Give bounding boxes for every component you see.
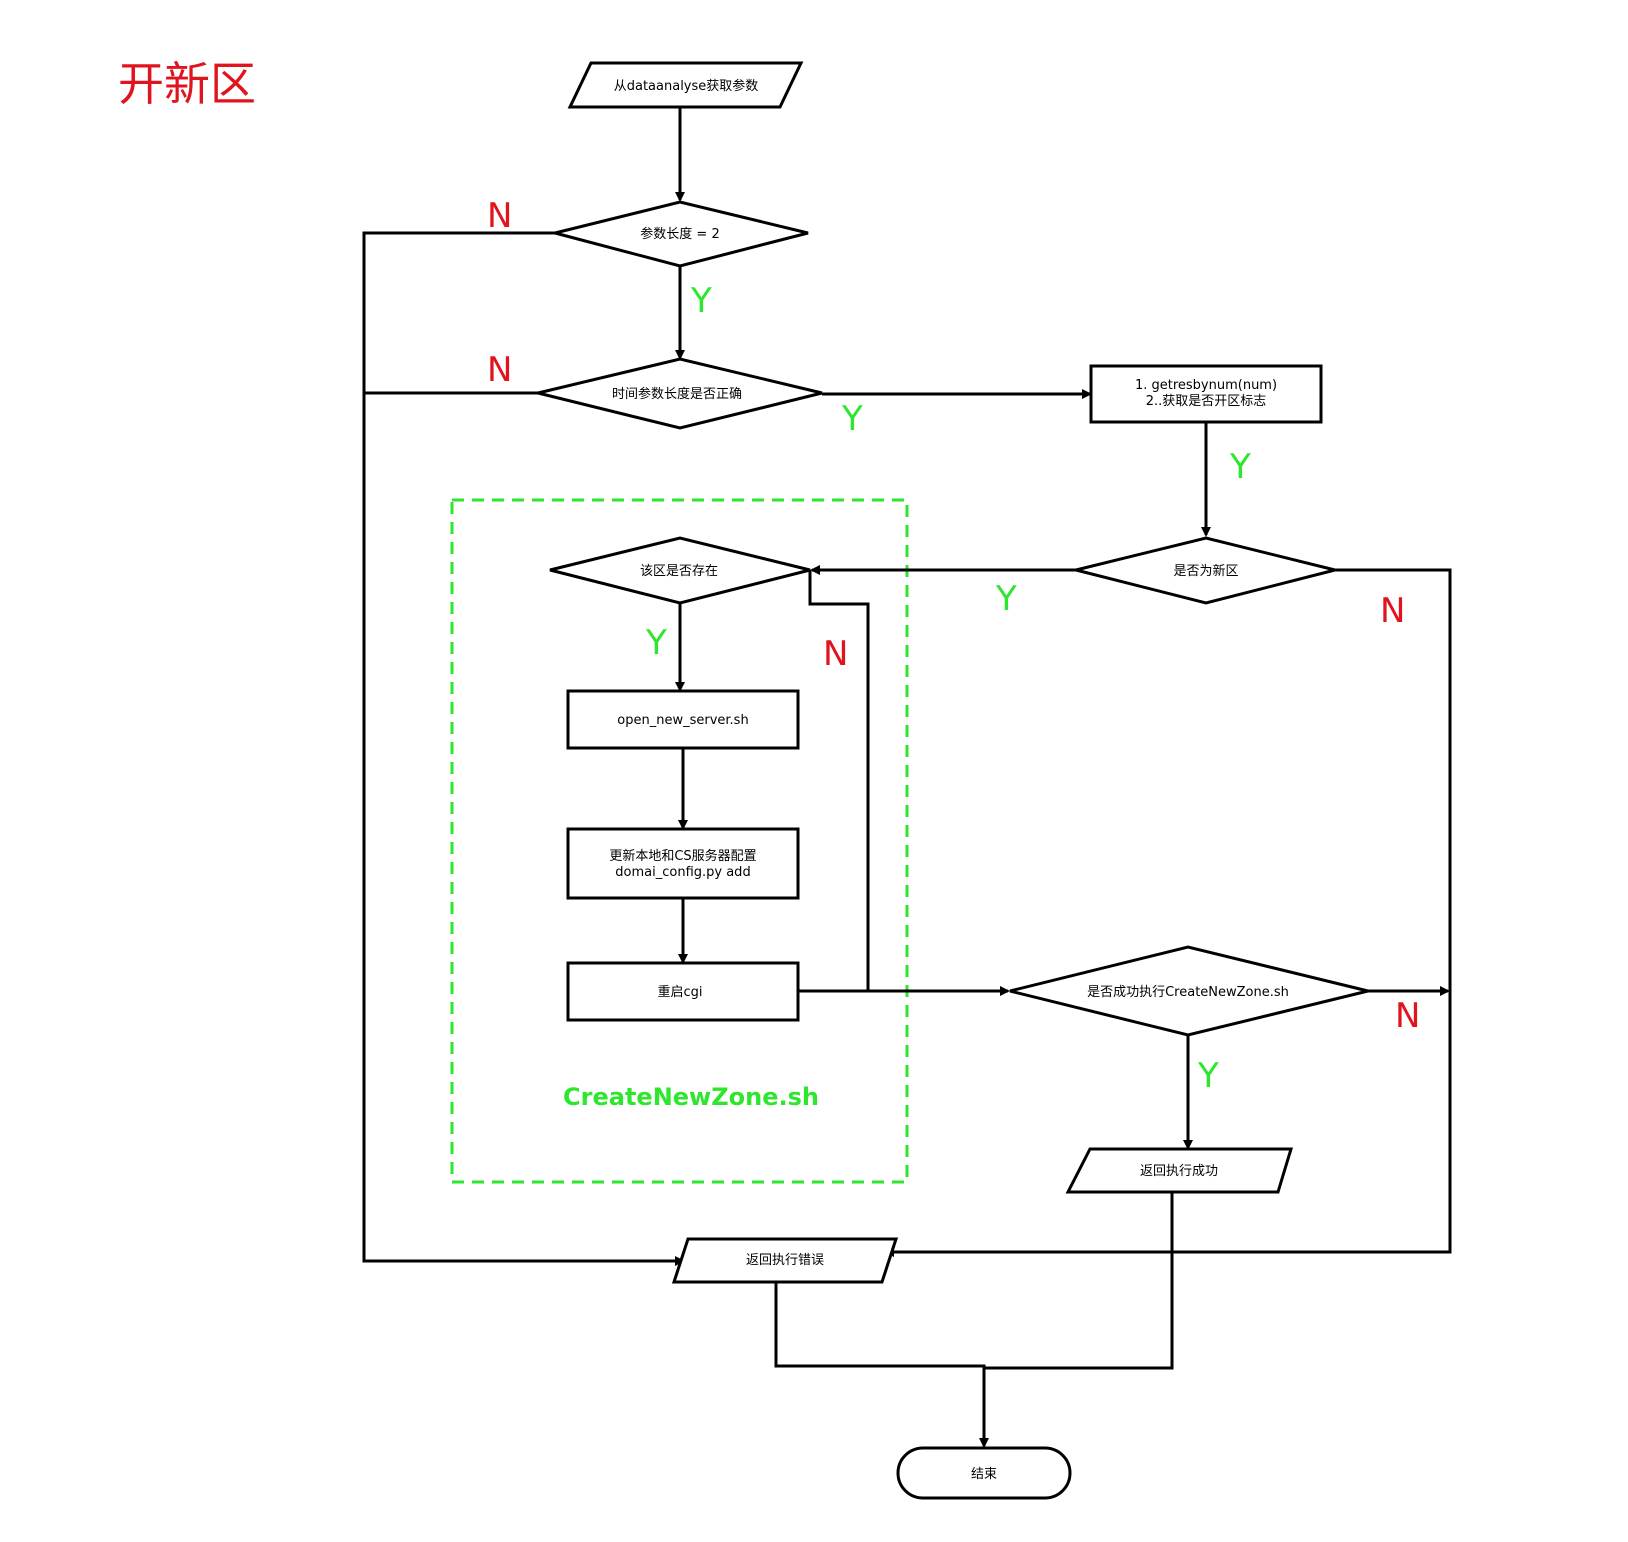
label-param-len-yes: Y — [690, 281, 712, 321]
node-getres: 1. getresbynum(num) 2..获取是否开区标志 — [1089, 364, 1323, 424]
node-param-len-text: 参数长度 = 2 — [640, 226, 719, 242]
label-exec-yes: Y — [1197, 1056, 1219, 1096]
node-exec-success: 是否成功执行CreateNewZone.sh — [1009, 945, 1369, 1037]
node-open-server-text: open_new_server.sh — [617, 713, 748, 728]
label-is-new-yes: Y — [995, 579, 1017, 619]
node-open-server: open_new_server.sh — [566, 689, 800, 750]
node-get-params: 从dataanalyse获取参数 — [567, 61, 804, 109]
node-return-success: 返回执行成功 — [1065, 1147, 1294, 1194]
node-zone-exists: 该区是否存在 — [549, 536, 811, 605]
node-restart-cgi: 重启cgi — [566, 961, 800, 1022]
node-return-error-text: 返回执行错误 — [746, 1253, 824, 1268]
edge-success-to-end — [984, 1192, 1174, 1370]
label-time-param-no: N — [487, 350, 512, 390]
label-is-new-no: N — [1380, 591, 1405, 631]
node-exec-success-text: 是否成功执行CreateNewZone.sh — [1087, 985, 1289, 1000]
node-update-line2: domai_config.py add — [615, 865, 750, 880]
node-getres-line2: 2..获取是否开区标志 — [1146, 394, 1267, 409]
node-restart-cgi-text: 重启cgi — [657, 984, 702, 1000]
label-exec-no: N — [1395, 996, 1420, 1036]
label-zone-exists-yes: Y — [645, 623, 667, 663]
label-param-len-no: N — [487, 196, 512, 236]
node-end-text: 结束 — [971, 1467, 997, 1482]
flowchart-canvas: 开新区 CreateNewZone.sh 从dataanalyse获取参数 参数… — [118, 57, 1452, 1500]
node-end: 结束 — [896, 1446, 1072, 1500]
label-zone-exists-no: N — [823, 634, 848, 674]
label-time-param-yes: Y — [841, 399, 863, 439]
node-update-line1: 更新本地和CS服务器配置 — [609, 848, 756, 864]
node-time-param-text: 时间参数长度是否正确 — [612, 386, 742, 402]
node-return-success-text: 返回执行成功 — [1140, 1164, 1218, 1179]
edge-zone-exists-no — [808, 570, 870, 990]
label-getres-yes: Y — [1229, 447, 1251, 487]
node-is-new: 是否为新区 — [1075, 536, 1336, 605]
node-param-len: 参数长度 = 2 — [554, 200, 809, 268]
node-get-params-text: 从dataanalyse获取参数 — [614, 78, 759, 94]
node-return-error: 返回执行错误 — [671, 1237, 899, 1284]
page-title: 开新区 — [118, 57, 256, 111]
edge-error-to-end — [774, 1283, 989, 1448]
node-getres-line1: 1. getresbynum(num) — [1135, 378, 1277, 393]
node-zone-exists-text: 该区是否存在 — [640, 564, 718, 579]
node-update-config: 更新本地和CS服务器配置 domai_config.py add — [566, 827, 800, 900]
group-label: CreateNewZone.sh — [563, 1083, 819, 1111]
node-time-param: 时间参数长度是否正确 — [537, 357, 823, 430]
node-is-new-text: 是否为新区 — [1173, 563, 1238, 579]
